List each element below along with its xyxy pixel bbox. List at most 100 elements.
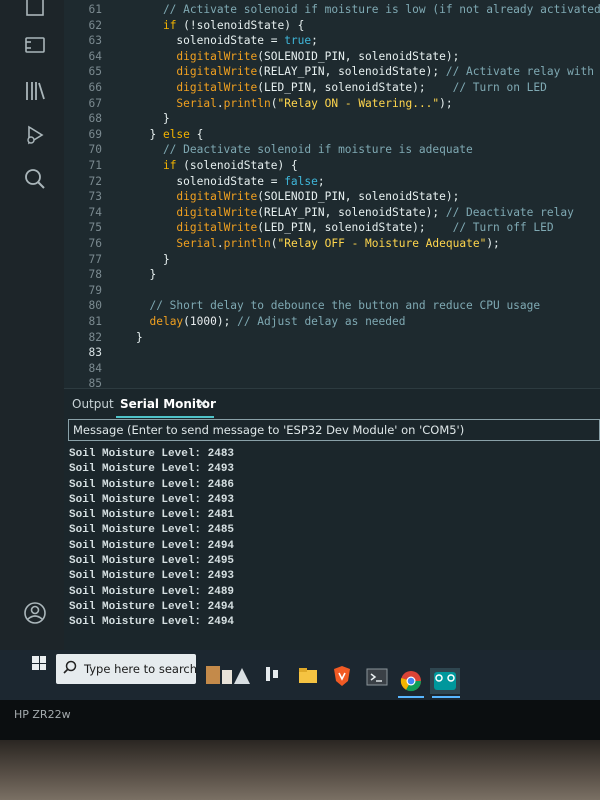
code-token: "Relay OFF - Moisture Adequate"	[277, 237, 487, 250]
code-text: // Deactivate solenoid if moisture is ad…	[136, 142, 473, 158]
line-number: 67	[88, 96, 102, 110]
line-number: 69	[88, 127, 102, 141]
code-token: );	[439, 96, 453, 110]
code-line[interactable]: 76 Serial.println("Relay OFF - Moisture …	[64, 236, 600, 252]
account-icon[interactable]	[22, 600, 48, 626]
monitor-brand-label: HP ZR22w	[14, 708, 71, 721]
brave-browser-icon[interactable]	[332, 665, 354, 687]
code-text: digitalWrite(LED_PIN, solenoidState); //…	[136, 220, 553, 236]
code-token: ;	[317, 174, 325, 188]
code-text: // Short delay to debounce the button an…	[136, 298, 540, 314]
code-line[interactable]: 63 solenoidState = true;	[64, 33, 600, 49]
code-line[interactable]: 73 digitalWrite(SOLENOID_PIN, solenoidSt…	[64, 189, 600, 205]
code-text: }	[136, 267, 156, 283]
code-text: Serial.println("Relay ON - Watering...")…	[136, 96, 453, 112]
serial-output-line: Soil Moisture Level: 2493	[69, 570, 235, 583]
code-line[interactable]: 75 digitalWrite(LED_PIN, solenoidState);…	[64, 220, 600, 236]
code-token: }	[136, 330, 143, 344]
windows-start-icon[interactable]	[32, 656, 46, 670]
arduino-ide-icon[interactable]	[430, 668, 460, 694]
serial-output-line: Soil Moisture Level: 2485	[69, 524, 235, 537]
code-token: (LED_PIN, solenoidState);	[257, 81, 453, 94]
code-token: digitalWrite	[176, 190, 258, 204]
chrome-icon[interactable]	[400, 670, 422, 692]
code-token: (	[270, 237, 278, 250]
code-line[interactable]: 81 delay(1000); // Adjust delay as neede…	[64, 314, 600, 330]
monitor-bezel	[0, 700, 600, 740]
serial-message-input[interactable]: Message (Enter to send message to 'ESP32…	[68, 419, 600, 441]
code-editor[interactable]: 61 // Activate solenoid if moisture is l…	[64, 0, 600, 390]
terminal-icon[interactable]	[366, 668, 388, 690]
code-line[interactable]: 68 }	[64, 111, 600, 127]
serial-output-line: Soil Moisture Level: 2494	[69, 600, 235, 613]
code-line[interactable]: 82}	[64, 330, 600, 346]
line-number: 68	[88, 112, 102, 126]
folder-icon[interactable]	[22, 0, 48, 20]
debug-icon[interactable]	[22, 122, 48, 148]
code-line[interactable]: 72 solenoidState = false;	[64, 174, 600, 190]
line-number: 82	[88, 330, 102, 344]
serial-output-line: Soil Moisture Level: 2489	[69, 585, 235, 598]
serial-output-line: Soil Moisture Level: 2486	[69, 478, 235, 491]
code-line[interactable]: 79	[64, 283, 600, 299]
line-number: 81	[88, 315, 102, 328]
activity-bar	[0, 0, 65, 650]
coffee-app-icon[interactable]	[204, 660, 252, 688]
desk-background	[0, 740, 600, 800]
code-text: delay(1000); // Adjust delay as needed	[136, 314, 405, 330]
code-line[interactable]: 67 Serial.println("Relay ON - Watering..…	[64, 96, 600, 112]
file-explorer-icon[interactable]	[298, 666, 320, 688]
boards-manager-icon[interactable]	[22, 32, 48, 58]
code-line[interactable]: 61 // Activate solenoid if moisture is l…	[64, 2, 600, 18]
library-manager-icon[interactable]	[22, 78, 48, 104]
close-icon[interactable]: ✕	[197, 397, 208, 412]
code-line[interactable]: 78 }	[64, 267, 600, 283]
code-line[interactable]: 71 if (solenoidState) {	[64, 158, 600, 174]
search-icon[interactable]	[22, 166, 48, 192]
line-number: 78	[88, 268, 102, 282]
code-line[interactable]: 84	[64, 361, 600, 377]
code-line[interactable]: 80 // Short delay to debounce the button…	[64, 298, 600, 314]
code-token: (RELAY_PIN, solenoidState);	[257, 205, 446, 219]
code-line[interactable]: 66 digitalWrite(LED_PIN, solenoidState);…	[64, 80, 600, 96]
code-line[interactable]: 62 if (!solenoidState) {	[64, 18, 600, 34]
serial-output-line: Soil Moisture Level: 2494	[69, 539, 235, 552]
code-token: digitalWrite	[176, 65, 258, 79]
code-token: (!solenoidState) {	[176, 18, 305, 32]
line-number: 63	[88, 34, 102, 48]
serial-output-line: Soil Moisture Level: 2493	[69, 463, 235, 476]
code-line[interactable]: 65 digitalWrite(RELAY_PIN, solenoidState…	[64, 64, 600, 80]
serial-output-line: Soil Moisture Level: 2483	[69, 448, 235, 460]
code-token: Serial	[176, 96, 217, 110]
search-icon	[62, 659, 78, 679]
code-token: );	[216, 315, 238, 328]
code-token: (	[270, 96, 278, 110]
search-placeholder: Type here to search	[84, 662, 198, 676]
line-number: 71	[88, 159, 102, 172]
code-text: if (solenoidState) {	[136, 158, 298, 174]
code-token: println	[223, 96, 271, 110]
code-token: "Relay ON - Watering..."	[277, 96, 440, 110]
code-line[interactable]: 70 // Deactivate solenoid if moisture is…	[64, 142, 600, 158]
monitor-screen: 61 // Activate solenoid if moisture is l…	[0, 0, 600, 700]
code-line[interactable]: 74 digitalWrite(RELAY_PIN, solenoidState…	[64, 205, 600, 221]
code-token: .	[216, 96, 224, 110]
line-number: 83	[88, 346, 102, 360]
code-line[interactable]: 83	[64, 345, 600, 361]
code-token: if	[162, 18, 177, 32]
code-line[interactable]: 64 digitalWrite(SOLENOID_PIN, solenoidSt…	[64, 49, 600, 65]
code-token: // Deactivate relay	[445, 205, 574, 219]
task-view-icon[interactable]	[264, 665, 286, 687]
code-text: }	[136, 252, 170, 268]
code-line[interactable]: 69 } else {	[64, 127, 600, 143]
code-line[interactable]: 77 }	[64, 252, 600, 268]
code-token: Serial	[176, 237, 217, 250]
tab-output[interactable]: Output	[72, 397, 114, 411]
code-token: println	[223, 237, 271, 250]
code-token: (	[183, 315, 190, 328]
